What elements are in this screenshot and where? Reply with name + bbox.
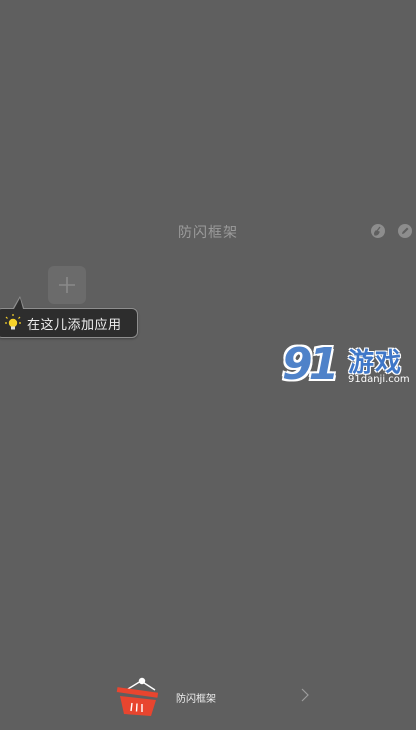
tooltip-arrow-fill: [14, 298, 23, 309]
broom-icon[interactable]: [371, 224, 385, 238]
shopping-basket-icon: [116, 677, 159, 716]
pencil-icon[interactable]: [398, 224, 412, 238]
plus-icon: [59, 277, 75, 293]
chevron-right-icon[interactable]: [300, 688, 310, 702]
add-app-button[interactable]: [48, 266, 86, 304]
lightbulb-icon: [5, 314, 21, 332]
tooltip-text: 在这儿添加应用: [27, 317, 122, 333]
watermark-domain: 91danji.com: [348, 374, 410, 385]
bottom-bar-label: 防闪框架: [176, 694, 216, 705]
watermark-number: 91: [282, 339, 339, 390]
folder-title[interactable]: 防闪框架: [0, 222, 416, 242]
bottom-bar[interactable]: 防闪框架: [0, 672, 416, 720]
add-app-tooltip: 在这儿添加应用: [0, 308, 138, 338]
watermark-logo: 91 游戏 91danji.com: [282, 340, 416, 392]
